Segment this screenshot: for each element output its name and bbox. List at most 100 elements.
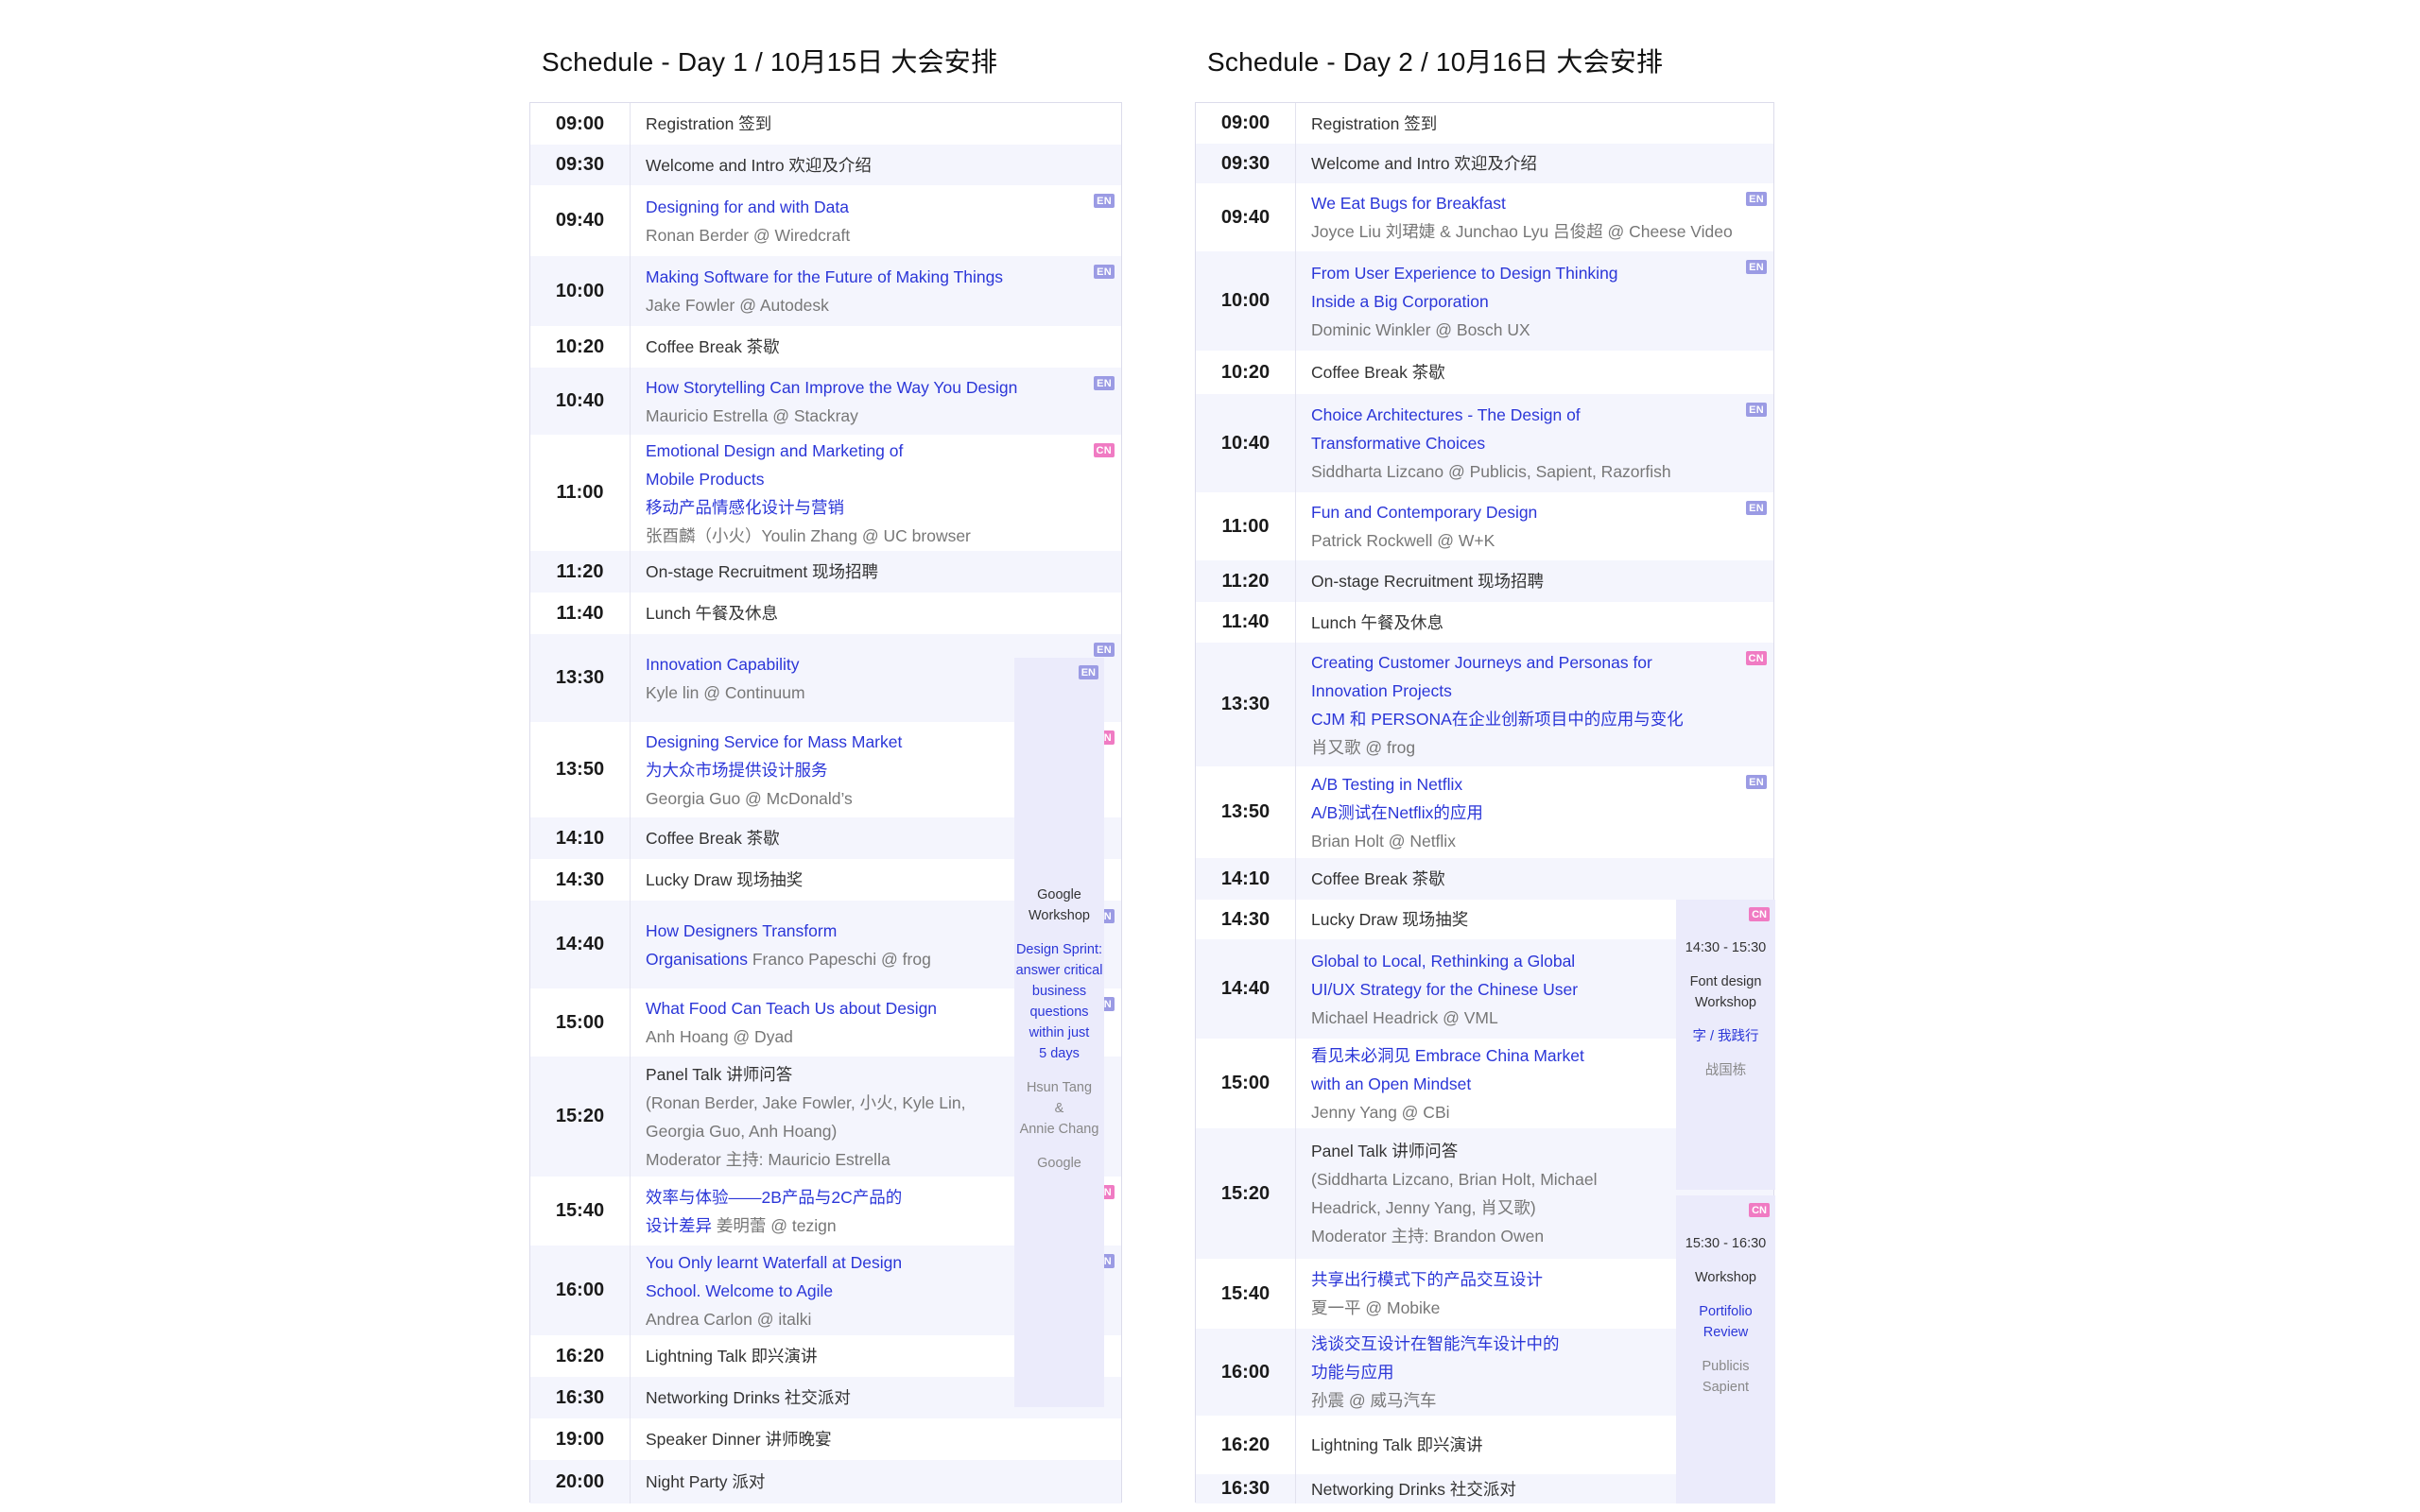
time-cell: 09:40 — [530, 185, 631, 256]
time-cell: 13:30 — [530, 634, 631, 722]
speaker-inline: Franco Papeschi @ frog — [747, 949, 931, 969]
schedule-row: 09:00 Registration 签到 — [1196, 103, 1773, 144]
language-badge: CN — [1749, 1203, 1770, 1217]
workshop-line: questions — [1029, 1005, 1089, 1020]
time-cell: 13:50 — [530, 722, 631, 817]
time-label: 14:10 — [555, 827, 605, 849]
session-title[interactable]: Mobile Products — [646, 465, 1114, 493]
workshop-line: Design Sprint: — [1015, 942, 1103, 957]
time-cell: 15:20 — [530, 1057, 631, 1177]
session-title-text: 移动产品情感化设计与营销 — [646, 497, 844, 517]
workshop-line: within just — [1028, 1025, 1090, 1040]
session-cell: Registration 签到 — [1311, 103, 1766, 144]
time-cell: 10:20 — [530, 326, 631, 368]
agenda-text-text: Coffee Break 茶歇 — [646, 337, 780, 356]
schedule-row: 10:00 From User Experience to Design Thin… — [1196, 251, 1773, 351]
session-title[interactable]: A/B测试在Netflix的应用 — [1311, 799, 1766, 827]
speaker-text-text: Siddharta Lizcano @ Publicis, Sapient, R… — [1311, 462, 1671, 481]
schedule-row: 09:30 Welcome and Intro 欢迎及介绍 — [1196, 144, 1773, 183]
session-cell: Fun and Contemporary Design Patrick Rockw… — [1311, 492, 1766, 560]
workshop-line: Workshop — [1028, 908, 1090, 923]
agenda-text-text: Lucky Draw 现场抽奖 — [646, 870, 804, 889]
session-title-text: 功能与应用 — [1311, 1363, 1394, 1382]
session-title-text: Organisations — [646, 949, 748, 969]
schedule-row: 19:00 Speaker Dinner 讲师晚宴 — [530, 1418, 1121, 1460]
session-title[interactable]: 移动产品情感化设计与营销 — [646, 493, 1114, 522]
time-cell: 11:40 — [1196, 602, 1296, 643]
session-title[interactable]: Innovation Projects — [1311, 677, 1766, 705]
schedule-row: 13:30 Creating Customer Journeys and Pers… — [1196, 643, 1773, 766]
time-label: 16:20 — [555, 1345, 605, 1366]
session-title[interactable]: Inside a Big Corporation — [1311, 287, 1766, 316]
session-title-text: A/B Testing in Netflix — [1311, 774, 1463, 794]
language-badge: EN — [1746, 775, 1767, 789]
speaker-text-text: 肖又歌 @ frog — [1311, 737, 1416, 757]
session-title-text: CJM 和 PERSONA在企业创新项目中的应用与变化 — [1311, 709, 1684, 729]
session-title[interactable]: Making Software for the Future of Making… — [646, 263, 1114, 291]
session-title-text: Fun and Contemporary Design — [1311, 503, 1538, 522]
agenda-text: Coffee Break 茶歇 — [646, 333, 1114, 361]
session-cell: Emotional Design and Marketing of Mobile … — [646, 435, 1114, 551]
workshop-line — [1685, 1220, 1766, 1233]
workshop-panel[interactable]: CN 14:30 - 15:30 Font design Workshop 字 / 我践… — [1676, 900, 1775, 1190]
schedule-row: 11:20 On-stage Recruitment 现场招聘 — [530, 551, 1121, 593]
speaker-text-text: 夏一平 @ Mobike — [1311, 1298, 1441, 1317]
session-title-text: 为大众市场提供设计服务 — [646, 760, 828, 780]
language-badge: EN — [1078, 665, 1098, 679]
session-title-text: You Only learnt Waterfall at Design — [646, 1252, 903, 1272]
workshop-line — [1685, 924, 1766, 937]
agenda-text: Coffee Break 茶歇 — [1311, 358, 1766, 387]
time-cell: 15:00 — [530, 988, 631, 1057]
speaker-text-text: Moderator 主持: Brandon Owen — [1311, 1227, 1545, 1246]
agenda-text-text: Registration 签到 — [1311, 113, 1438, 133]
time-cell: 20:00 — [530, 1460, 631, 1503]
time-cell: 16:20 — [1196, 1416, 1296, 1474]
time-label: 14:40 — [1220, 978, 1270, 999]
agenda-text-text: Coffee Break 茶歇 — [646, 829, 780, 848]
session-cell: Coffee Break 茶歇 — [1311, 858, 1766, 900]
time-cell: 13:50 — [1196, 766, 1296, 858]
agenda-text-text: On-stage Recruitment 现场招聘 — [1311, 572, 1545, 591]
session-title-text: 浅谈交互设计在智能汽车设计中的 — [1311, 1334, 1560, 1353]
session-title[interactable]: How Storytelling Can Improve the Way You… — [646, 373, 1114, 402]
session-cell: Lunch 午餐及休息 — [1311, 602, 1766, 643]
workshop-line: Font design — [1689, 974, 1762, 989]
agenda-text: Lunch 午餐及休息 — [1311, 609, 1766, 637]
session-cell: On-stage Recruitment 现场招聘 — [646, 551, 1114, 593]
session-title[interactable]: Designing for and with Data — [646, 193, 1114, 221]
time-cell: 19:00 — [530, 1418, 631, 1460]
workshop-panel[interactable]: EN Google Workshop Design Sprint: answer cri… — [1014, 658, 1104, 1407]
time-cell: 16:00 — [530, 1246, 631, 1335]
agenda-text: Speaker Dinner 讲师晚宴 — [646, 1425, 1114, 1453]
session-title[interactable]: CJM 和 PERSONA在企业创新项目中的应用与变化 — [1311, 705, 1766, 733]
speaker-text: 肖又歌 @ frog — [1311, 733, 1766, 762]
session-title-text: Creating Customer Journeys and Personas … — [1311, 652, 1652, 672]
speaker-text-text: Georgia Guo @ McDonald’s — [646, 788, 853, 808]
workshop-line — [1016, 1140, 1103, 1153]
workshop-line: 14:30 - 15:30 — [1685, 940, 1767, 955]
session-title[interactable]: Choice Architectures - The Design of — [1311, 401, 1766, 429]
session-title[interactable]: A/B Testing in Netflix — [1311, 770, 1766, 799]
session-title[interactable]: We Eat Bugs for Breakfast — [1311, 189, 1766, 217]
time-label: 14:40 — [555, 934, 605, 954]
time-cell: 10:40 — [1196, 394, 1296, 492]
workshop-details: Google Workshop Design Sprint: answer criti… — [1016, 885, 1103, 1174]
session-title-text: Global to Local, Rethinking a Global — [1311, 951, 1576, 971]
agenda-text: Night Party 派对 — [646, 1468, 1114, 1496]
time-label: 15:40 — [555, 1200, 605, 1221]
agenda-text: Lunch 午餐及休息 — [646, 599, 1114, 627]
session-title-text: Inside a Big Corporation — [1311, 291, 1489, 311]
workshop-line: Workshop — [1694, 1270, 1756, 1285]
workshop-line: Google — [1037, 887, 1081, 902]
time-label: 16:30 — [1220, 1478, 1270, 1499]
session-title[interactable]: Transformative Choices — [1311, 429, 1766, 457]
session-title[interactable]: Creating Customer Journeys and Personas … — [1311, 648, 1766, 677]
time-label: 13:30 — [555, 667, 605, 688]
session-title[interactable]: Emotional Design and Marketing of — [646, 437, 1114, 465]
agenda-text: On-stage Recruitment 现场招聘 — [646, 558, 1114, 586]
session-title[interactable]: From User Experience to Design Thinking — [1311, 259, 1766, 287]
session-cell: Lunch 午餐及休息 — [646, 593, 1114, 634]
session-title[interactable]: Fun and Contemporary Design — [1311, 498, 1766, 526]
workshop-panel[interactable]: CN 15:30 - 16:30 Workshop Portifolio Review P… — [1676, 1195, 1775, 1503]
time-cell: 15:40 — [1196, 1259, 1296, 1329]
